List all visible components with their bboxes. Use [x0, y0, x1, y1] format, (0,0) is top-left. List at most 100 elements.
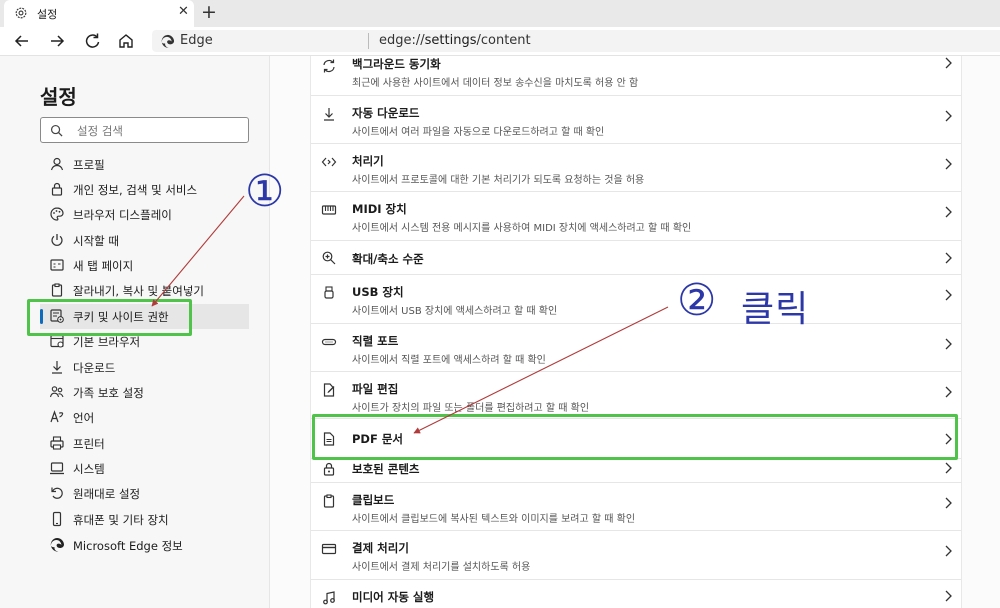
- list-item-media-autoplay[interactable]: 미디어 자동 실행: [311, 580, 961, 608]
- new-tab-button[interactable]: +: [201, 1, 217, 23]
- sidebar-item-system[interactable]: 시스템: [40, 456, 249, 481]
- sidebar-item-label: 시스템: [73, 462, 105, 476]
- list-item-background-sync[interactable]: 백그라운드 동기화 최근에 사용한 사이트에서 데이터 정보 송수신을 마치도록…: [311, 56, 961, 96]
- payment-icon: [321, 543, 337, 555]
- sidebar-item-label: Microsoft Edge 정보: [73, 539, 183, 553]
- sidebar-item-profile[interactable]: 프로필: [40, 152, 249, 177]
- chevron-right-icon: [945, 206, 952, 218]
- forward-icon[interactable]: [46, 30, 68, 52]
- row-title: 보호된 콘텐츠: [352, 462, 420, 476]
- list-item-automatic-downloads[interactable]: 자동 다운로드 사이트에서 여러 파일을 자동으로 다운로드하려고 할 때 확인: [311, 96, 961, 144]
- search-placeholder: 설정 검색: [77, 124, 123, 138]
- chevron-right-icon: [945, 590, 952, 602]
- settings-content: 백그라운드 동기화 최근에 사용한 사이트에서 데이터 정보 송수신을 마치도록…: [270, 56, 1000, 608]
- refresh-icon[interactable]: [81, 30, 103, 52]
- clipboard-icon: [323, 494, 335, 508]
- sidebar-item-on-startup[interactable]: 시작할 때: [40, 228, 249, 253]
- row-title: 클립보드: [352, 493, 395, 507]
- url-host: settings: [424, 33, 477, 48]
- row-description: 사이트에서 결제 처리기를 설치하도록 허용: [352, 562, 531, 573]
- list-item-usb-devices[interactable]: USB 장치 사이트에서 USB 장치에 액세스하려고 할 때 확인: [311, 275, 961, 324]
- list-item-midi-devices[interactable]: MIDI 장치 사이트에서 시스템 전용 메시지를 사용하여 MIDI 장치에 …: [311, 192, 961, 241]
- download-icon: [324, 108, 334, 121]
- click-label: 클릭: [741, 289, 810, 330]
- list-item-zoom-levels[interactable]: 확대/축소 수준: [311, 241, 961, 275]
- address-url[interactable]: edge://settings/content: [379, 33, 531, 48]
- sidebar-item-label: 개인 정보, 검색 및 서비스: [73, 183, 198, 197]
- sidebar-item-family-safety[interactable]: 가족 보호 설정: [40, 380, 249, 405]
- sidebar-item-privacy[interactable]: 개인 정보, 검색 및 서비스: [40, 177, 249, 202]
- list-item-clipboard[interactable]: 클립보드 사이트에서 클립보드에 복사된 텍스트와 이미지를 보려고 할 때 확…: [311, 483, 961, 531]
- sidebar-title: 설정: [40, 85, 77, 109]
- chevron-right-icon: [945, 57, 952, 69]
- sidebar-item-languages[interactable]: 언어: [40, 405, 249, 430]
- handler-icon: [321, 157, 337, 167]
- serial-port-icon: [321, 338, 337, 346]
- sidebar-item-label: 기본 브라우저: [73, 335, 141, 349]
- sidebar-item-new-tab-page[interactable]: 새 탭 페이지: [40, 253, 249, 278]
- list-item-protected-content[interactable]: 보호된 콘텐츠: [311, 459, 961, 483]
- file-edit-icon: [323, 383, 335, 397]
- step-1-marker: ①: [245, 166, 285, 217]
- row-title: 직렬 포트: [352, 334, 399, 348]
- sidebar-item-label: 다운로드: [73, 361, 116, 375]
- settings-search-input[interactable]: 설정 검색: [40, 117, 249, 143]
- row-title: 자동 다운로드: [352, 106, 420, 120]
- sidebar-item-about-edge[interactable]: Microsoft Edge 정보: [40, 533, 249, 558]
- address-bar[interactable]: Edge edge://settings/content: [152, 30, 1000, 52]
- zoom-icon: [322, 251, 336, 265]
- sidebar-item-label: 브라우저 디스플레이: [73, 208, 172, 222]
- search-icon: [50, 124, 63, 137]
- row-description: 사이트에서 직렬 포트에 액세스하려 할 때 확인: [352, 355, 546, 366]
- midi-icon: [321, 205, 337, 215]
- power-icon: [51, 234, 63, 246]
- step-2-marker: ②: [677, 275, 717, 326]
- row-title: 결제 처리기: [352, 541, 409, 555]
- chevron-right-icon: [945, 386, 952, 398]
- family-icon: [49, 386, 64, 398]
- system-icon: [50, 462, 64, 475]
- chevron-right-icon: [945, 338, 952, 350]
- back-icon[interactable]: [11, 30, 33, 52]
- sidebar-item-reset-settings[interactable]: 원래대로 설정: [40, 481, 249, 506]
- sidebar-item-label: 언어: [73, 411, 95, 425]
- site-permissions-list: 백그라운드 동기화 최근에 사용한 사이트에서 데이터 정보 송수신을 마치도록…: [310, 56, 962, 608]
- list-item-payment-handlers[interactable]: 결제 처리기 사이트에서 결제 처리기를 설치하도록 허용: [311, 531, 961, 580]
- close-tab-icon[interactable]: ✕: [178, 4, 189, 19]
- sidebar-item-label: 원래대로 설정: [73, 487, 141, 501]
- media-icon: [323, 591, 335, 605]
- row-title: 확대/축소 수준: [352, 252, 424, 266]
- sidebar-item-phone-devices[interactable]: 휴대폰 및 기타 장치: [40, 507, 249, 532]
- sidebar-item-printers[interactable]: 프린터: [40, 431, 249, 456]
- address-toolbar: Edge edge://settings/content: [0, 27, 1000, 56]
- row-title: 미디어 자동 실행: [352, 590, 435, 604]
- row-description: 사이트에서 프로토콜에 대한 기본 처리기가 되도록 요청하는 것을 허용: [352, 175, 645, 186]
- chevron-right-icon: [945, 289, 952, 301]
- home-icon[interactable]: [115, 30, 137, 52]
- sidebar-item-label: 잘라내기, 복사 및 붙여넣기: [73, 284, 205, 298]
- list-item-file-editing[interactable]: 파일 편집 사이트가 장치의 파일 또는 폴더를 편집하려고 할 때 확인: [311, 372, 961, 419]
- edge-logo-icon: [161, 34, 175, 48]
- chevron-right-icon: [945, 158, 952, 170]
- sidebar-item-label: 프린터: [73, 437, 105, 451]
- url-scheme: edge://: [379, 33, 425, 48]
- highlight-box-pdf: [312, 414, 958, 460]
- list-item-protocol-handlers[interactable]: 처리기 사이트에서 프로토콜에 대한 기본 처리기가 되도록 요청하는 것을 허…: [311, 144, 961, 192]
- row-description: 사이트에서 시스템 전용 메시지를 사용하여 MIDI 장치에 액세스하려고 할…: [352, 223, 692, 234]
- list-item-serial-ports[interactable]: 직렬 포트 사이트에서 직렬 포트에 액세스하려 할 때 확인: [311, 324, 961, 372]
- tab-settings[interactable]: 설정 ✕: [4, 0, 194, 27]
- sidebar-item-downloads[interactable]: 다운로드: [40, 355, 249, 380]
- row-title: USB 장치: [352, 285, 404, 299]
- sidebar-item-label: 프로필: [73, 158, 105, 172]
- tab-strip: 설정 ✕ +: [0, 0, 1000, 27]
- url-path: /content: [476, 33, 531, 48]
- row-title: 처리기: [352, 154, 384, 168]
- row-title: 파일 편집: [352, 382, 399, 396]
- sidebar-item-appearance[interactable]: 브라우저 디스플레이: [40, 202, 249, 227]
- row-description: 사이트에서 USB 장치에 액세스하려고 할 때 확인: [352, 306, 558, 317]
- sidebar-item-label: 휴대폰 및 기타 장치: [73, 513, 169, 527]
- clipboard-icon: [51, 283, 63, 297]
- lock-icon: [51, 182, 63, 196]
- language-icon: [50, 410, 64, 423]
- chevron-right-icon: [945, 497, 952, 509]
